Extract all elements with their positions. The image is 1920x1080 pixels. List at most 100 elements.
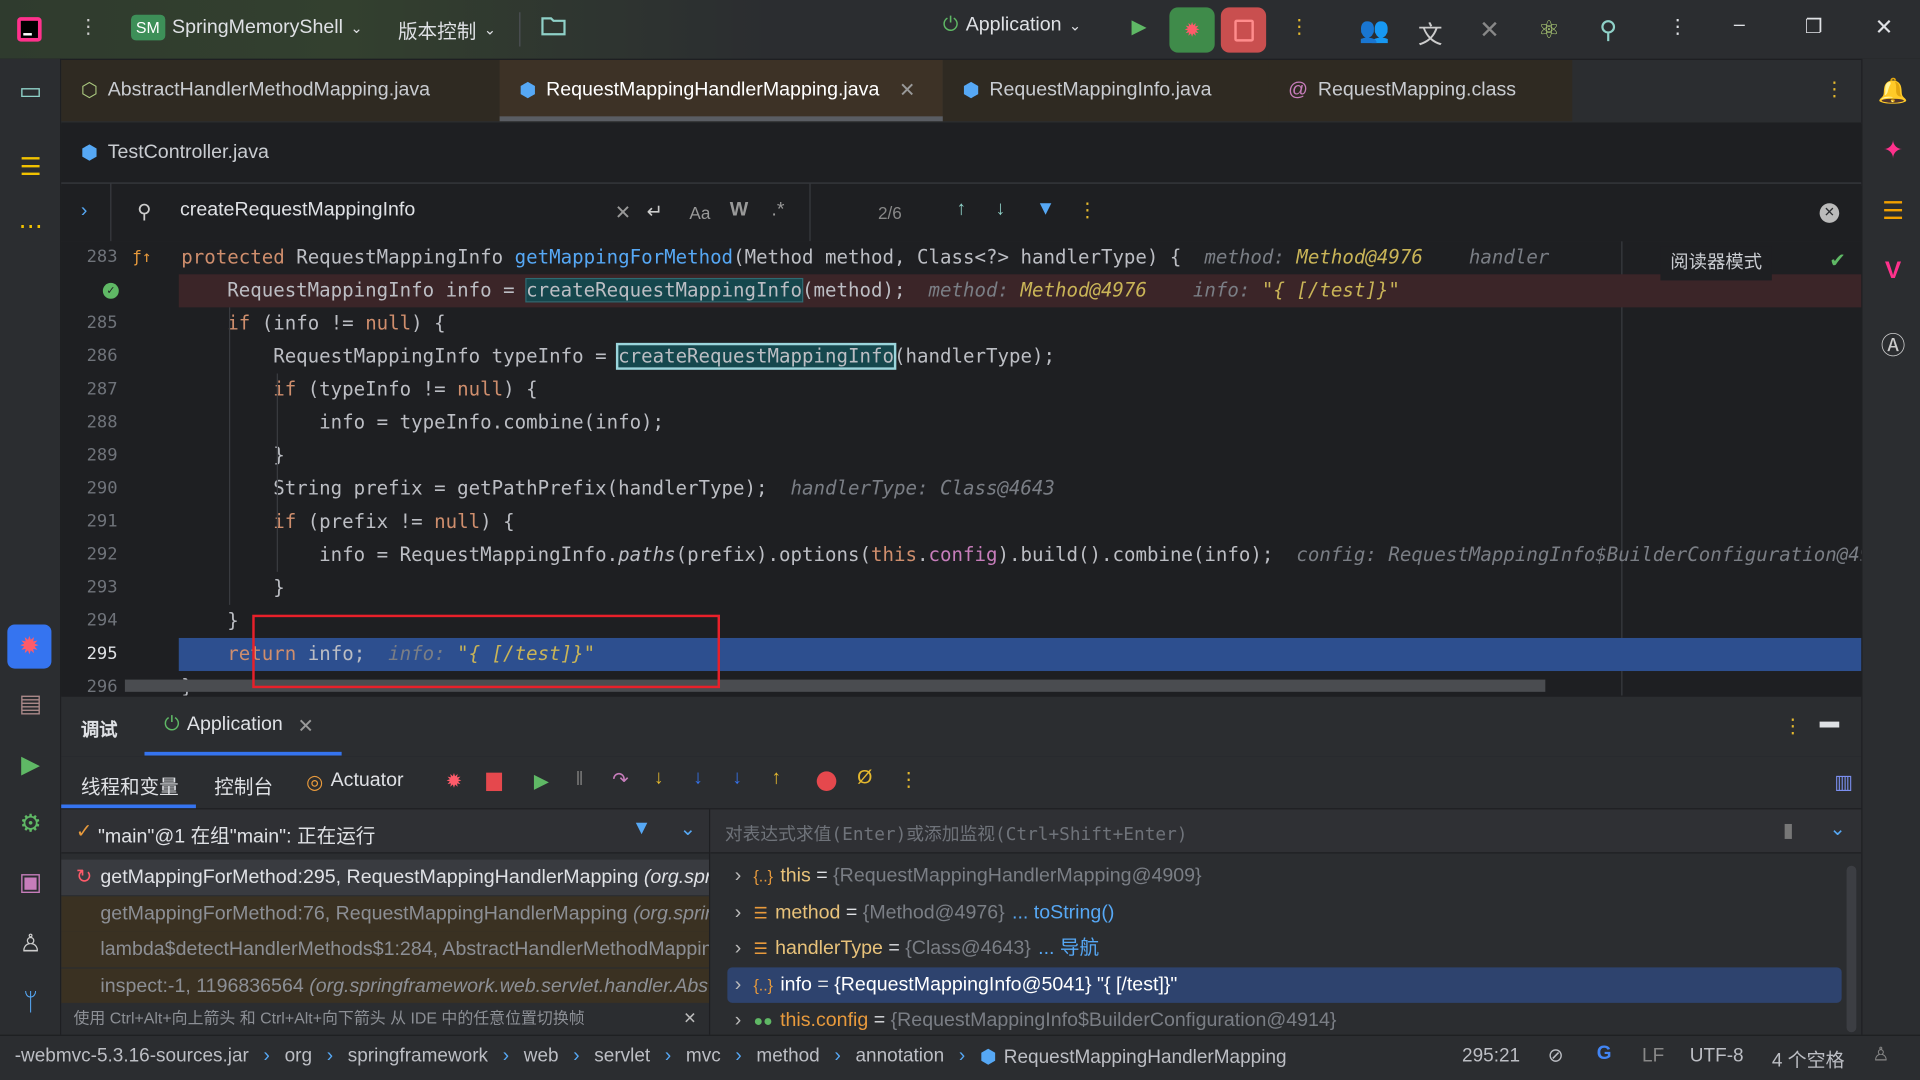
vertical-scrollbar[interactable]: [1846, 865, 1857, 1033]
plugin-v-icon[interactable]: V: [1877, 255, 1909, 287]
subtab-threads-variables[interactable]: 线程和变量: [81, 770, 179, 799]
newline-icon[interactable]: ↵: [647, 200, 663, 224]
regex-toggle[interactable]: .*: [771, 200, 784, 222]
code-line[interactable]: 286 RequestMappingInfo typeInfo = create…: [61, 340, 1861, 373]
tools-icon[interactable]: ✕: [1479, 15, 1500, 46]
app-logo-icon[interactable]: [15, 15, 44, 44]
bookmark-icon[interactable]: ▮: [1783, 818, 1794, 842]
resume-icon[interactable]: ▶: [534, 769, 549, 793]
variable-row[interactable]: › ☰ handlerType = {Class@4643} ... 导航: [727, 931, 1841, 967]
tab-abstract-handler-method-mapping[interactable]: ⬡ AbstractHandlerMethodMapping.java: [61, 60, 500, 122]
breadcrumb-item[interactable]: mvc: [686, 1046, 721, 1069]
clear-search-icon[interactable]: ✕: [615, 201, 631, 225]
evaluate-expression-input[interactable]: 对表达式求值(Enter)或添加监视(Ctrl+Shift+Enter) ▮ ⌄: [710, 809, 1862, 854]
code-line[interactable]: 289 }: [61, 440, 1861, 473]
settings-gear-icon[interactable]: ⚙: [15, 808, 47, 840]
code-line[interactable]: 292 info = RequestMappingInfo.paths(pref…: [61, 539, 1862, 572]
expand-chevron-icon[interactable]: ›: [727, 1010, 742, 1031]
minimize-button[interactable]: –: [1734, 15, 1745, 37]
step-over-icon[interactable]: ↷: [612, 768, 628, 792]
match-case-toggle[interactable]: Aa: [689, 203, 710, 223]
structure-icon[interactable]: ☰: [15, 152, 47, 184]
stack-frame[interactable]: getMappingForMethod:76, RequestMappingHa…: [61, 895, 709, 932]
words-toggle[interactable]: W: [730, 200, 749, 222]
line-ending[interactable]: LF: [1642, 1046, 1664, 1068]
chevron-down-icon[interactable]: ⌄: [680, 817, 696, 841]
search-options-icon[interactable]: ⋮: [1078, 198, 1098, 222]
code-line[interactable]: 293 }: [61, 572, 1861, 605]
expand-chevron-icon[interactable]: ›: [727, 866, 742, 887]
layout-icon[interactable]: ▥: [1834, 770, 1853, 794]
variable-row[interactable]: › ☰ method = {Method@4976} ... toString(): [727, 894, 1841, 930]
chevron-down-icon[interactable]: ⌄: [1829, 817, 1845, 841]
pause-icon[interactable]: ‖: [576, 769, 584, 791]
project-view-icon[interactable]: ▭: [15, 76, 47, 108]
project-selector[interactable]: SM SpringMemoryShell ⌄: [131, 14, 363, 41]
ai-assistant-icon[interactable]: ✦: [1877, 135, 1909, 167]
file-encoding[interactable]: UTF-8: [1690, 1046, 1744, 1068]
stack-frame[interactable]: inspect:-1, 1196836564 (org.springframew…: [61, 967, 709, 1004]
thread-selector[interactable]: ✓ "main"@1 在组"main": 正在运行 ▼ ⌄: [61, 809, 709, 854]
more-icon[interactable]: ⋮: [899, 768, 919, 792]
close-tab-icon[interactable]: ✕: [297, 714, 313, 738]
services-icon[interactable]: ▤: [15, 688, 47, 720]
more-icon[interactable]: ⋮: [1289, 15, 1309, 39]
expand-chevron-icon[interactable]: ›: [727, 974, 742, 995]
breadcrumb-item[interactable]: -webmvc-5.3.16-sources.jar: [15, 1046, 249, 1069]
close-tab-icon[interactable]: ✕: [899, 78, 915, 102]
method-override-icon[interactable]: ƒ↑: [132, 241, 151, 274]
run-tool-icon[interactable]: ▶: [15, 749, 47, 781]
variable-action-link[interactable]: ... toString(): [1012, 902, 1114, 923]
breakpoint-verified-icon[interactable]: ✓: [102, 282, 119, 299]
next-match-icon[interactable]: ↓: [996, 198, 1006, 220]
more-tools-icon[interactable]: ⋯: [15, 211, 47, 243]
translate-icon[interactable]: 文: [1418, 15, 1442, 51]
code-editor[interactable]: 阅读器模式 ✔ 283 ƒ↑ protected RequestMappingInf…: [61, 241, 1862, 696]
run-icon[interactable]: ▶: [1131, 15, 1146, 39]
folder-icon[interactable]: [540, 15, 567, 37]
step-into-icon[interactable]: ↓: [654, 768, 664, 790]
breadcrumb-item[interactable]: ⬢ RequestMappingHandlerMapping: [980, 1046, 1287, 1069]
debug-button[interactable]: ✹: [1169, 7, 1215, 53]
tab-request-mapping-class[interactable]: @ RequestMapping.class: [1268, 60, 1573, 122]
tab-request-mapping-info[interactable]: ⬢ RequestMappingInfo.java: [942, 60, 1276, 122]
search-icon[interactable]: ⚲: [1599, 15, 1617, 46]
previous-match-icon[interactable]: ↑: [956, 198, 966, 220]
tab-test-controller[interactable]: ⬢ TestController.java: [61, 122, 288, 183]
restore-button[interactable]: ❐: [1805, 15, 1823, 39]
stop-button[interactable]: [1220, 7, 1267, 53]
filter-icon[interactable]: ▼: [1036, 198, 1055, 220]
breadcrumb-item[interactable]: annotation: [855, 1046, 944, 1069]
session-tab-application[interactable]: ⏻ Application ✕: [164, 714, 314, 738]
breadcrumb-item[interactable]: servlet: [594, 1046, 650, 1069]
step-out-icon[interactable]: ↑: [771, 768, 781, 790]
breadcrumb-item[interactable]: web: [524, 1046, 559, 1069]
terminal-icon[interactable]: ▣: [15, 867, 47, 899]
variable-row[interactable]: › {..} this = {RequestMappingHandlerMappin…: [727, 858, 1841, 894]
google-icon[interactable]: G: [1597, 1043, 1612, 1065]
reader-mode-button[interactable]: 阅读器模式: [1660, 246, 1772, 281]
breadcrumb-item[interactable]: springframework: [348, 1046, 488, 1069]
code-line[interactable]: 288 info = typeInfo.combine(info);: [61, 407, 1861, 440]
code-line[interactable]: 285 if (info != null) {: [61, 307, 1861, 340]
stack-frame[interactable]: ↻ getMappingForMethod:295, RequestMapping…: [61, 859, 709, 896]
subtab-console[interactable]: 控制台: [214, 770, 273, 799]
close-hint-icon[interactable]: ✕: [683, 1003, 696, 1035]
stop-icon[interactable]: [486, 772, 503, 792]
rerun-debug-icon[interactable]: ✹: [446, 769, 462, 793]
breakpoints-icon[interactable]: [816, 771, 837, 792]
inspection-icon[interactable]: ⊘: [1548, 1044, 1564, 1067]
indent-setting[interactable]: 4 个空格: [1772, 1046, 1845, 1073]
problems-icon[interactable]: ♙: [15, 928, 47, 960]
code-with-me-icon[interactable]: 👥: [1359, 15, 1389, 46]
panel-options-icon[interactable]: ⋮: [1783, 714, 1803, 738]
expand-chevron-icon[interactable]: ›: [727, 902, 742, 923]
variable-row[interactable]: › ●● this.config = {RequestMappingInfo$Bui…: [727, 1003, 1841, 1035]
close-window-button[interactable]: ✕: [1875, 15, 1893, 41]
code-line[interactable]: 291 if (prefix != null) {: [61, 506, 1861, 539]
hide-panel-icon[interactable]: ▬: [1820, 711, 1840, 733]
stack-frame[interactable]: lambda$detectHandlerMethods$1:284, Abstr…: [61, 931, 709, 968]
notifications-bell-icon[interactable]: 🔔: [1877, 76, 1909, 108]
database-icon[interactable]: ☰: [1877, 196, 1909, 228]
filter-icon[interactable]: ▼: [632, 818, 651, 840]
